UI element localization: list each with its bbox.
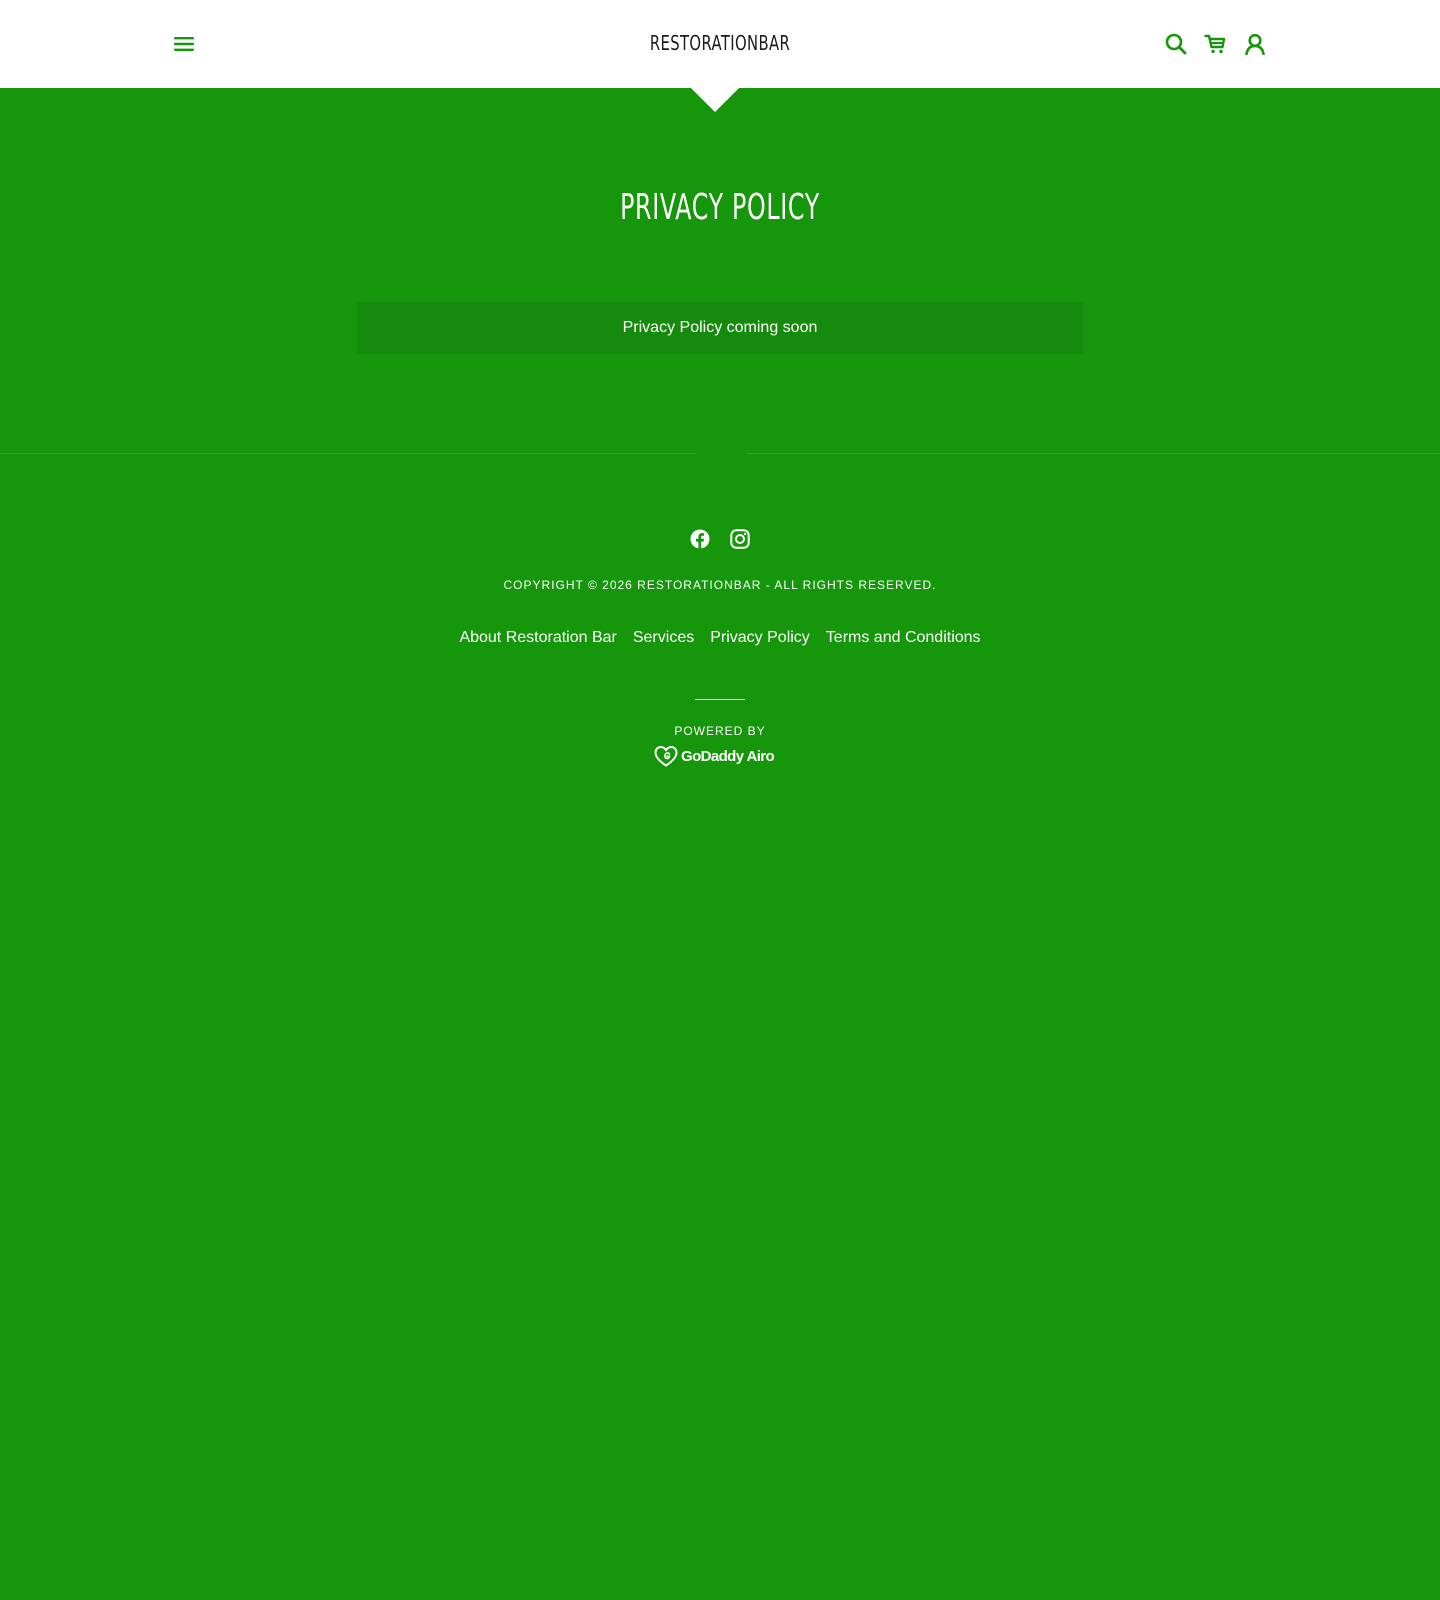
powered-by-label: POWERED BY bbox=[674, 724, 766, 738]
footer-nav: About Restoration Bar Services Privacy P… bbox=[0, 629, 1440, 647]
notice-text: Privacy Policy coming soon bbox=[622, 319, 818, 336]
instagram-link[interactable] bbox=[730, 528, 750, 550]
footer-link-privacy-policy[interactable]: Privacy Policy bbox=[710, 629, 810, 647]
header-notch bbox=[690, 63, 740, 113]
footer-link-terms[interactable]: Terms and Conditions bbox=[826, 629, 981, 647]
shopping-cart-icon bbox=[1204, 34, 1226, 54]
facebook-icon bbox=[690, 529, 710, 549]
facebook-link[interactable] bbox=[690, 528, 710, 550]
user-account-icon bbox=[1245, 33, 1265, 55]
site-header: RESTORATIONBAR bbox=[0, 0, 1440, 113]
godaddy-airo-logo[interactable]: GoDaddy Airo bbox=[654, 744, 786, 768]
godaddy-heart-icon bbox=[654, 745, 678, 767]
page-title: PRIVACY POLICY bbox=[620, 187, 820, 228]
copyright-text: COPYRIGHT © 2026 RESTORATIONBAR - ALL RI… bbox=[503, 578, 937, 592]
instagram-icon bbox=[730, 529, 750, 549]
site-title[interactable]: RESTORATIONBAR bbox=[187, 26, 1253, 60]
short-divider bbox=[695, 699, 745, 700]
notice-box: Privacy Policy coming soon bbox=[357, 302, 1083, 354]
brand-name: GoDaddy Airo bbox=[681, 747, 775, 765]
search-icon bbox=[1165, 33, 1187, 55]
footer-link-about[interactable]: About Restoration Bar bbox=[459, 629, 616, 647]
footer-link-services[interactable]: Services bbox=[633, 629, 694, 647]
social-links bbox=[0, 528, 1440, 550]
account-button[interactable] bbox=[1243, 32, 1267, 56]
search-button[interactable] bbox=[1164, 32, 1188, 56]
cart-button[interactable] bbox=[1203, 32, 1227, 56]
divider-notch bbox=[695, 439, 747, 459]
